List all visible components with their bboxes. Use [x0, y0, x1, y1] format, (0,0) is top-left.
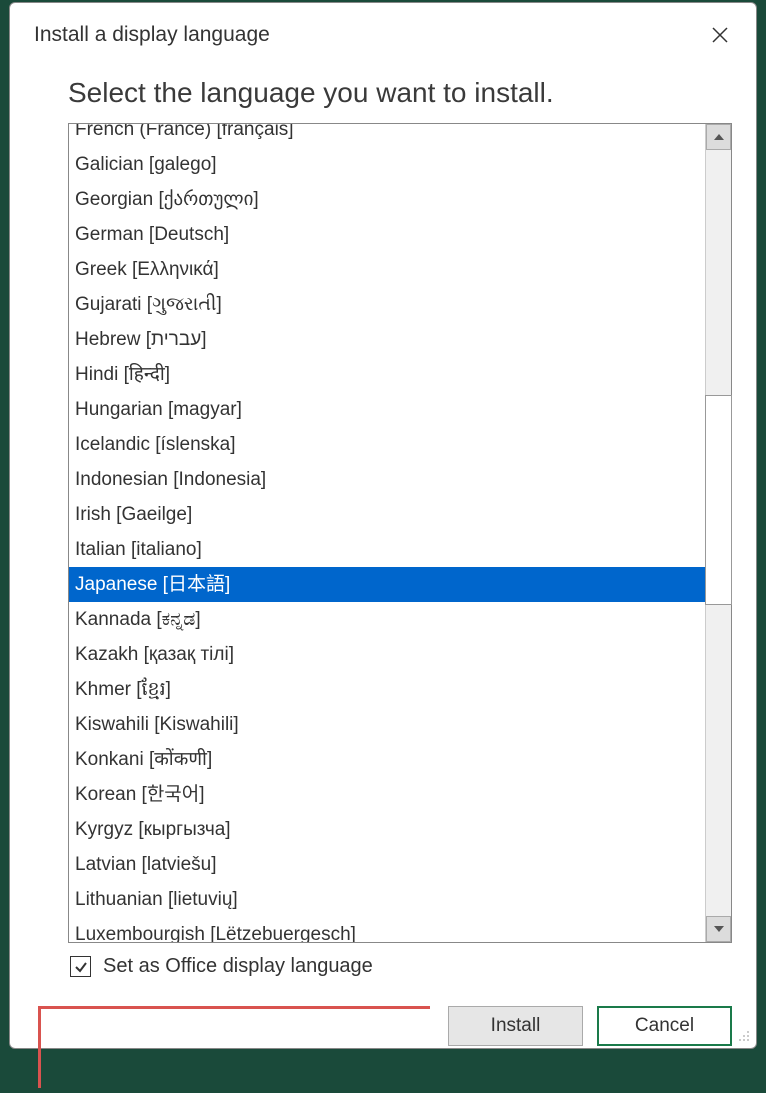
checkbox-label: Set as Office display language [103, 955, 373, 978]
dialog-heading: Select the language you want to install. [68, 77, 732, 109]
install-button[interactable]: Install [448, 1006, 583, 1046]
arrow-up-icon [714, 134, 724, 140]
dialog-content: Select the language you want to install.… [34, 77, 732, 1046]
language-item[interactable]: Kyrgyz [кыргызча] [69, 812, 705, 847]
language-item[interactable]: Irish [Gaeilge] [69, 497, 705, 532]
annotation-line-vertical [38, 1006, 41, 1088]
language-item[interactable]: Japanese [日本語] [69, 567, 705, 602]
set-display-language-checkbox[interactable] [70, 956, 91, 977]
cancel-button[interactable]: Cancel [597, 1006, 732, 1046]
language-item[interactable]: Latvian [latviešu] [69, 847, 705, 882]
checkbox-row: Set as Office display language [70, 955, 732, 978]
language-item[interactable]: Galician [galego] [69, 147, 705, 182]
language-listbox-container: French (France) [français]Galician [gale… [68, 123, 732, 943]
language-item[interactable]: Konkani [कोंकणी] [69, 742, 705, 777]
button-row: Install Cancel [68, 1006, 732, 1046]
arrow-down-icon [714, 926, 724, 932]
dialog-header: Install a display language [34, 23, 732, 47]
language-item[interactable]: German [Deutsch] [69, 217, 705, 252]
language-item[interactable]: Indonesian [Indonesia] [69, 462, 705, 497]
annotation-line [38, 1006, 430, 1009]
language-item[interactable]: Gujarati [ગુજરાતી] [69, 287, 705, 322]
language-item[interactable]: Korean [한국어] [69, 777, 705, 812]
resize-grip-icon[interactable] [738, 1030, 752, 1044]
close-icon [712, 27, 728, 43]
language-item[interactable]: Greek [Ελληνικά] [69, 252, 705, 287]
language-listbox[interactable]: French (France) [français]Galician [gale… [69, 124, 705, 942]
scroll-up-button[interactable] [706, 124, 731, 150]
scrollbar[interactable] [705, 124, 731, 942]
language-item[interactable]: Italian [italiano] [69, 532, 705, 567]
check-icon [74, 960, 88, 974]
language-item[interactable]: Hindi [हिन्दी] [69, 357, 705, 392]
language-item[interactable]: Khmer [ខ្មែរ] [69, 672, 705, 707]
dialog-title: Install a display language [34, 23, 270, 47]
language-item[interactable]: Icelandic [íslenska] [69, 427, 705, 462]
language-item[interactable]: Kannada [ಕನ್ನಡ] [69, 602, 705, 637]
close-button[interactable] [708, 23, 732, 47]
language-item[interactable]: Hebrew [עברית] [69, 322, 705, 357]
scroll-track[interactable] [706, 150, 731, 916]
language-item[interactable]: Lithuanian [lietuvių] [69, 882, 705, 917]
language-item[interactable]: Georgian [ქართული] [69, 182, 705, 217]
language-item[interactable]: Kazakh [қазақ тілі] [69, 637, 705, 672]
language-item[interactable]: Kiswahili [Kiswahili] [69, 707, 705, 742]
language-item[interactable]: French (France) [français] [69, 124, 705, 147]
language-item[interactable]: Luxembourgish [Lëtzebuergesch] [69, 917, 705, 942]
scroll-thumb[interactable] [705, 395, 732, 605]
scroll-down-button[interactable] [706, 916, 731, 942]
language-item[interactable]: Hungarian [magyar] [69, 392, 705, 427]
install-language-dialog: Install a display language Select the la… [9, 2, 757, 1049]
